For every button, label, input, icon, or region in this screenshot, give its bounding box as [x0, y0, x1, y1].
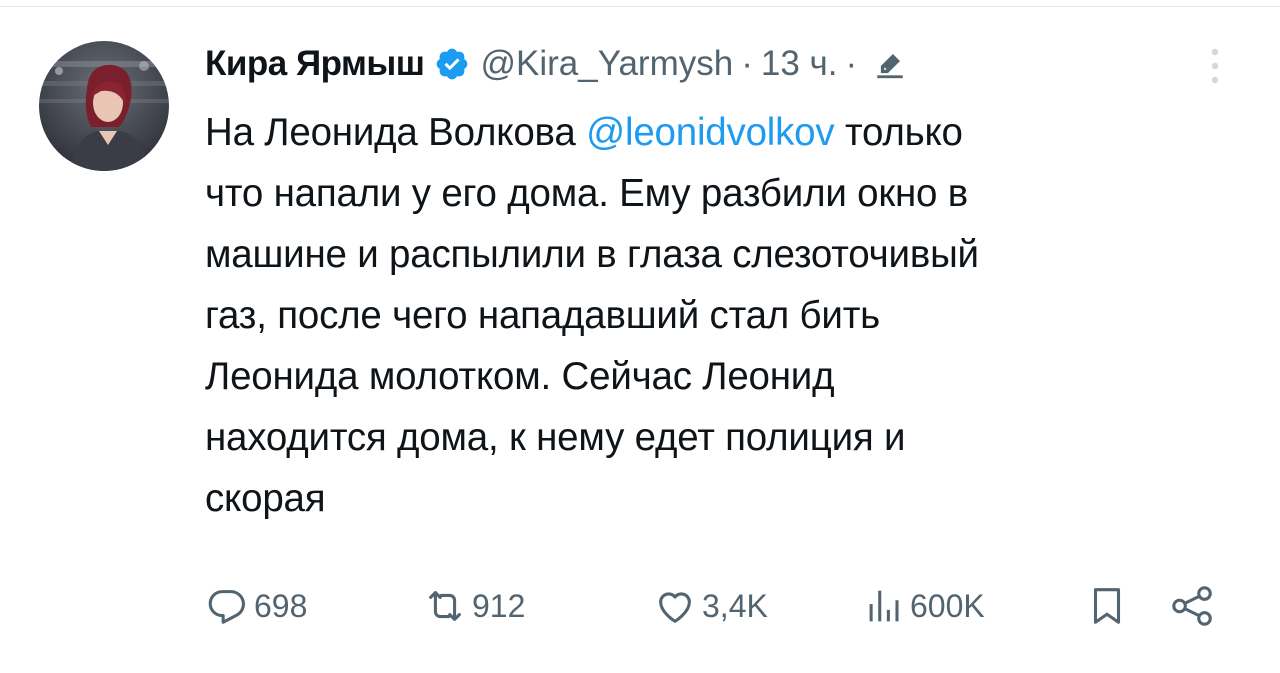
views-count: 600K: [910, 587, 985, 624]
like-button[interactable]: 3,4K: [652, 582, 768, 630]
retweet-count: 912: [472, 587, 526, 624]
share-button[interactable]: [1168, 582, 1218, 630]
display-name[interactable]: Кира Ярмыш: [205, 44, 425, 84]
tweet-header: Кира Ярмыш @Kira_Yarmysh · 13 ч. ·: [205, 38, 907, 90]
tweet-text-line: машине и распылили в глаза слезоточивый: [205, 233, 979, 276]
separator-dot: ·: [741, 44, 753, 83]
bookmark-icon: [1093, 588, 1121, 624]
tweet-text-line: Леонида молотком. Сейчас Леонид: [205, 355, 835, 398]
avatar-photo-icon: [39, 41, 169, 171]
bookmark-button[interactable]: [1084, 582, 1130, 630]
tweet-text: На Леонида Волкова @leonidvolkov только …: [205, 102, 1245, 529]
action-bar: 698 912 3,4K 600K: [204, 582, 1224, 630]
tweet-text-line: газ, после чего нападавший стал бить: [205, 294, 881, 337]
heart-icon: [659, 592, 691, 623]
views-button[interactable]: 600K: [860, 582, 985, 630]
reply-icon: [208, 590, 245, 624]
author-handle[interactable]: @Kira_Yarmysh: [480, 44, 733, 84]
tweet-text-line: что напали у его дома. Ему разбили окно …: [205, 172, 969, 215]
tweet[interactable]: Кира Ярмыш @Kira_Yarmysh · 13 ч. · На Ле…: [0, 0, 1280, 673]
separator-dot-2: ·: [845, 44, 858, 83]
tweet-text-segment: На Леонида Волкова: [205, 111, 587, 154]
tweet-text-line: находится дома, к нему едет полиция и: [205, 416, 906, 459]
share-icon: [1172, 586, 1212, 626]
views-chart-icon: [869, 590, 899, 622]
retweet-button[interactable]: 912: [422, 582, 525, 630]
retweet-icon: [429, 591, 461, 621]
mention-link[interactable]: @leonidvolkov: [586, 111, 835, 154]
tweet-text-line: На Леонида Волкова @leonidvolkov только: [205, 102, 1245, 163]
more-options-icon[interactable]: [1203, 44, 1227, 88]
avatar[interactable]: [39, 41, 169, 171]
tweet-text-segment: только: [834, 111, 963, 154]
edited-pencil-icon[interactable]: [873, 47, 907, 81]
tweet-text-line: скорая: [205, 477, 326, 520]
verified-badge-icon[interactable]: [434, 46, 470, 82]
reply-count: 698: [254, 587, 308, 624]
reply-button[interactable]: 698: [204, 582, 307, 630]
timestamp[interactable]: 13 ч.: [761, 44, 838, 84]
like-count: 3,4K: [702, 587, 768, 624]
